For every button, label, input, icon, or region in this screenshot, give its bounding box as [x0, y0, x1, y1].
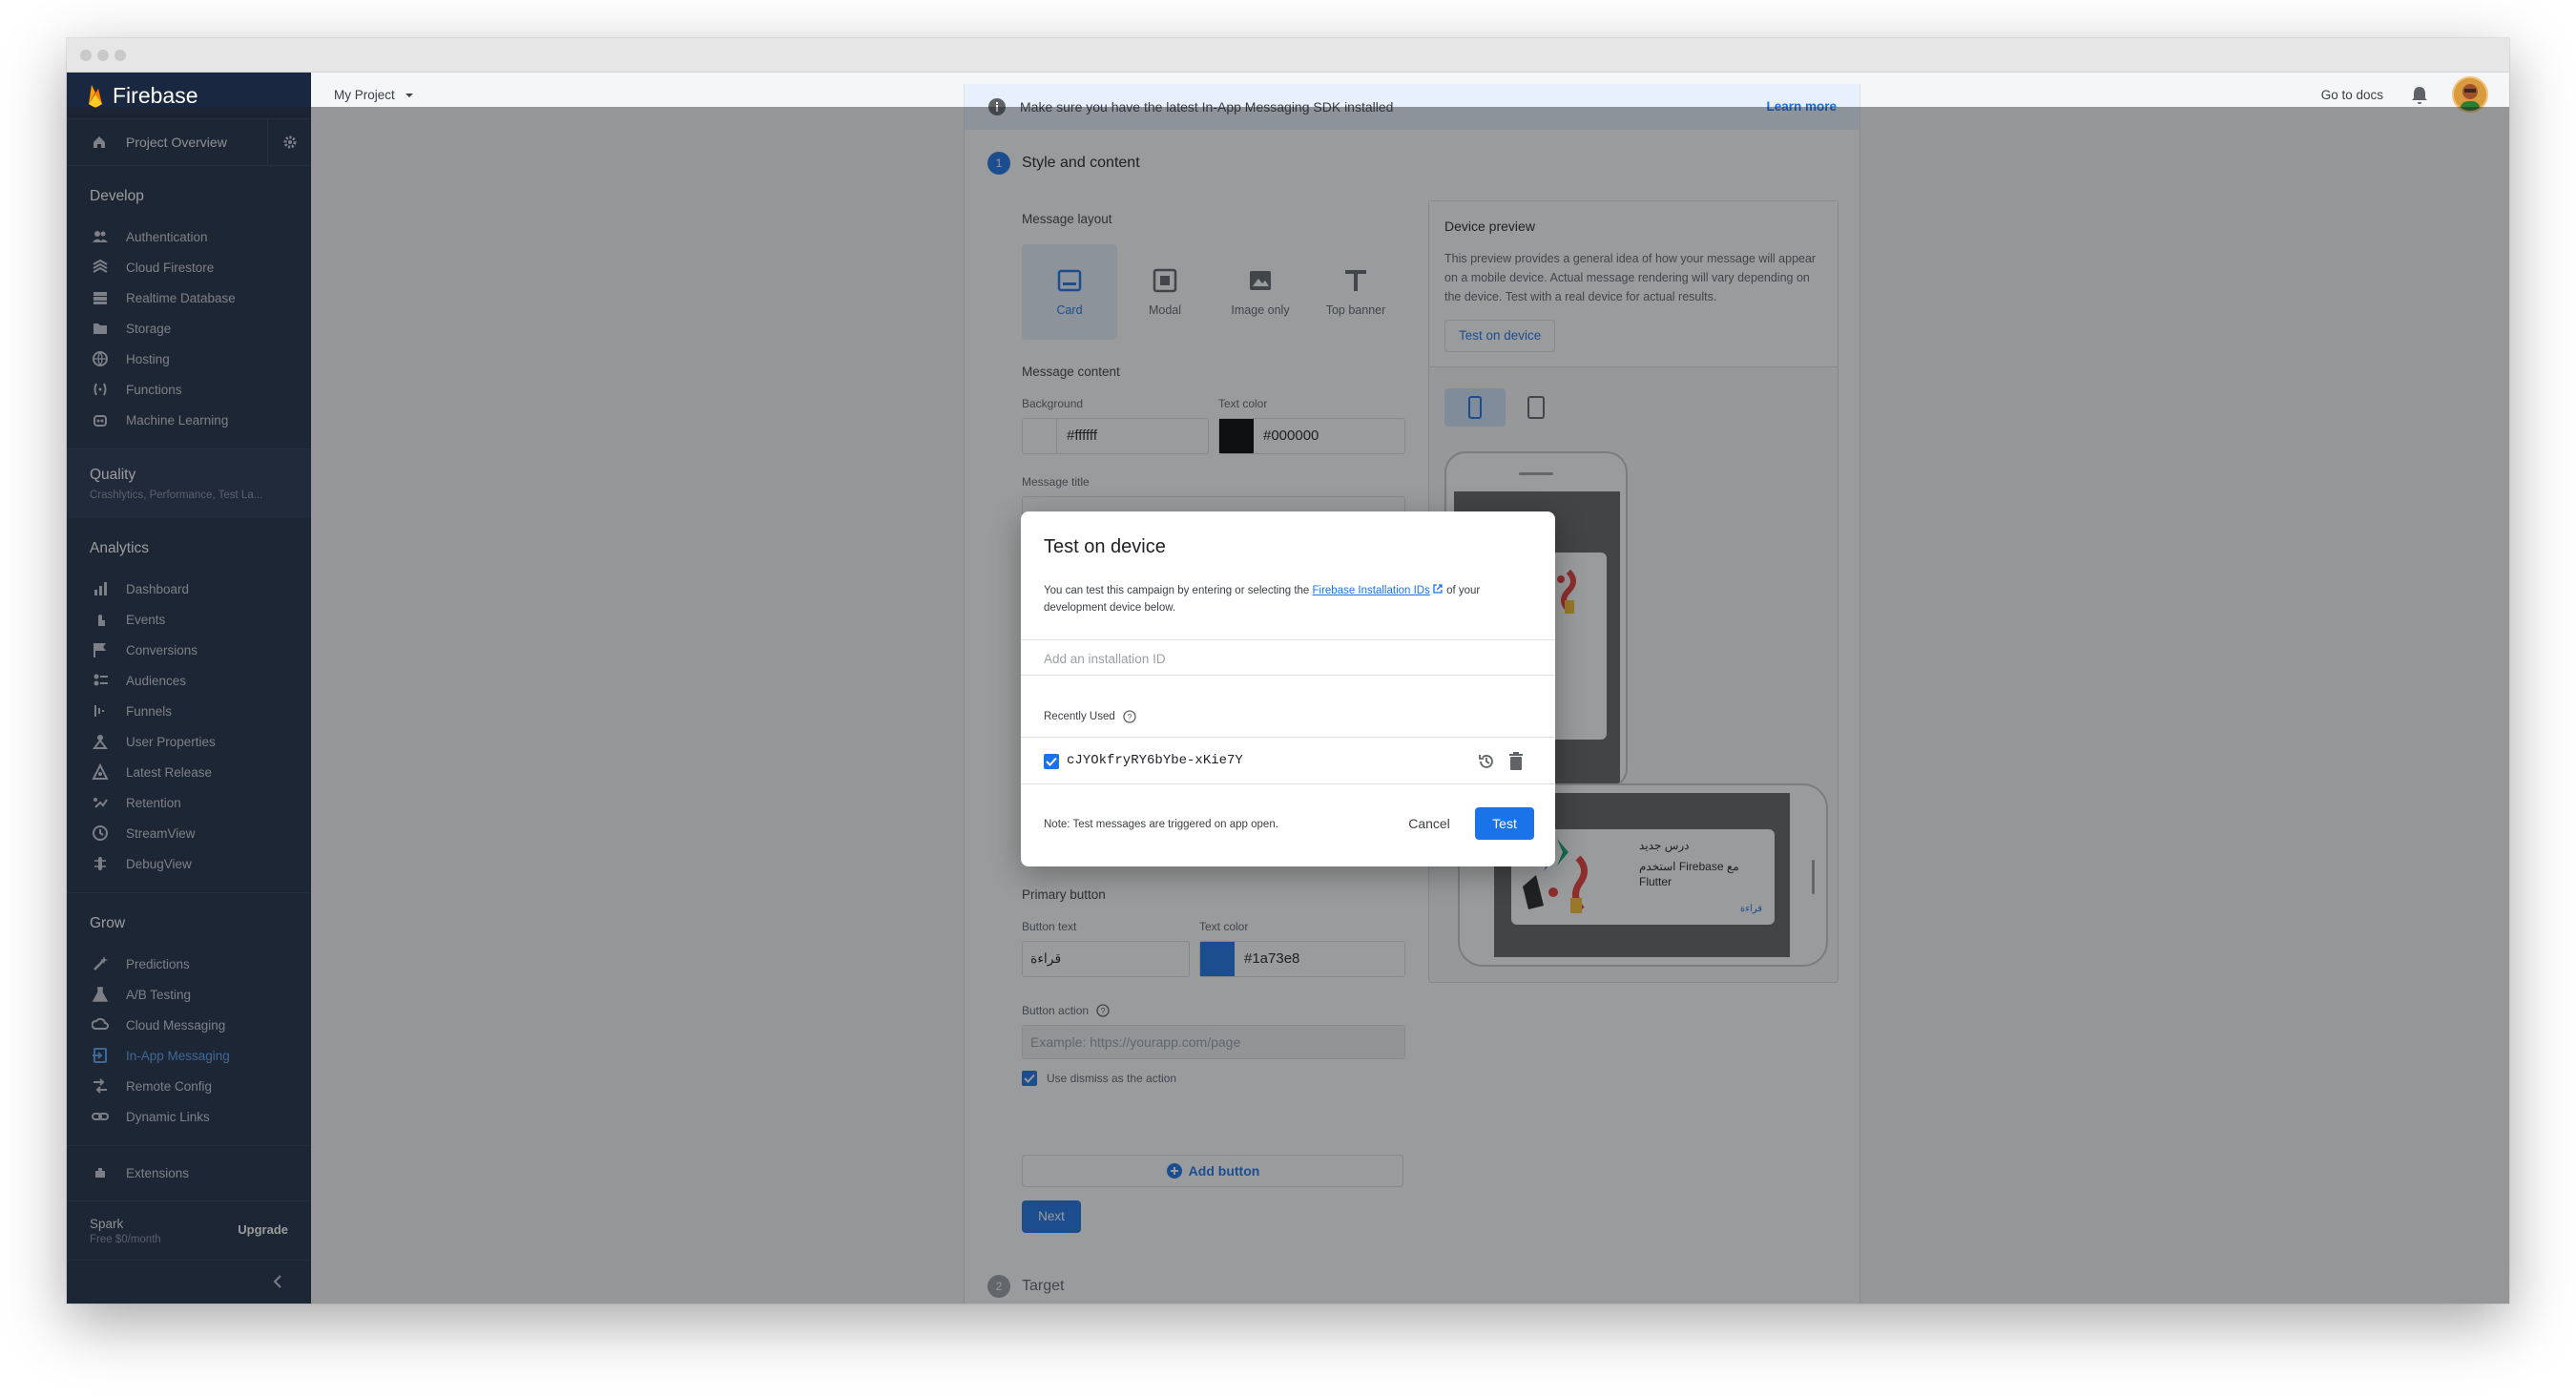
help-icon[interactable]: ? [1123, 710, 1136, 723]
test-button[interactable]: Test [1475, 807, 1534, 840]
installation-id-row: cJYOkfryRY6bYbe-xKie7Y [1021, 737, 1555, 784]
dialog-note: Note: Test messages are triggered on app… [1044, 819, 1278, 830]
history-icon[interactable] [1477, 752, 1496, 771]
check-icon [1046, 757, 1057, 766]
window-minimize-dot[interactable] [97, 50, 109, 61]
window-zoom-dot[interactable] [114, 50, 126, 61]
firebase-logo-icon [89, 85, 102, 108]
dialog-description: You can test this campaign by entering o… [1044, 582, 1521, 616]
recently-used-header: Recently Used ? [1044, 710, 1136, 723]
installation-id-checkbox[interactable] [1044, 754, 1059, 769]
test-on-device-dialog: Test on device You can test this campaig… [1021, 511, 1555, 866]
svg-text:?: ? [1127, 713, 1132, 722]
cancel-button[interactable]: Cancel [1401, 807, 1458, 840]
window-titlebar [67, 38, 2509, 73]
project-switcher[interactable]: My Project [334, 88, 416, 102]
notifications-bell-icon[interactable] [2410, 85, 2429, 106]
installation-id-input[interactable] [1044, 648, 1521, 669]
caret-down-icon [405, 93, 413, 97]
project-name: My Project [334, 88, 395, 102]
external-link-icon[interactable] [1432, 583, 1444, 595]
installation-id-value: cJYOkfryRY6bYbe-xKie7Y [1067, 753, 1243, 768]
installation-ids-link[interactable]: Firebase Installation IDs [1313, 585, 1430, 596]
window-close-dot[interactable] [80, 50, 92, 61]
user-photo [2461, 84, 2480, 111]
installation-id-input-row [1021, 639, 1555, 676]
delete-icon[interactable] [1507, 752, 1525, 771]
go-to-docs-link[interactable]: Go to docs [2321, 88, 2383, 102]
recently-used-label: Recently Used [1044, 711, 1115, 722]
browser-window: Firebase Project Overview Develop Authen… [67, 38, 2509, 1304]
brand-name: Firebase [113, 82, 198, 108]
dialog-description-text: You can test this campaign by entering o… [1044, 585, 1313, 596]
dialog-title: Test on device [1044, 536, 1166, 557]
